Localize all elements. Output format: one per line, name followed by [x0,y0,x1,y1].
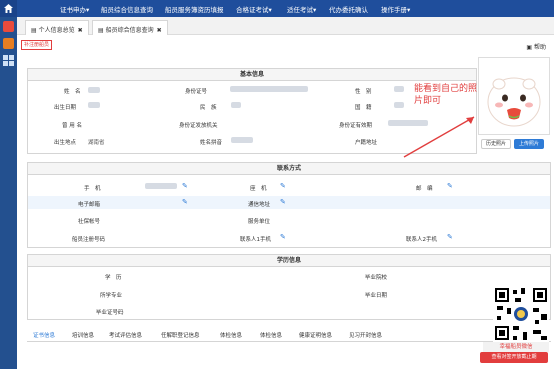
label-id-org: 身份证发放机关 [179,123,218,129]
help-icon: ▣ [526,44,534,51]
label-birth: 出生日期 [54,105,77,111]
label-id-valid: 身份证有效期 [339,123,373,129]
edit-mobile-icon[interactable]: ✎ [182,182,188,190]
tab-crew-info[interactable]: ▤ 船员综合信息查询 ✖ [92,20,168,35]
label-id-no: 身份证号 [185,89,208,95]
label-major: 所学专业 [100,293,123,299]
value-birthplace: 湖南省 [88,140,105,146]
label-former-name: 曾 用 名 [62,123,82,129]
highlight-row [28,196,550,209]
avatar [487,77,541,127]
wechat-qr-code [493,286,549,342]
tab-label: 船员综合信息查询 [105,27,154,34]
tab-icon: ▤ [31,27,39,34]
label-unit: 服务单位 [248,219,271,225]
tab-medical-2[interactable]: 体检信息 [260,331,282,339]
close-icon[interactable]: ✖ [157,27,162,34]
label-grad-date: 毕业日期 [365,293,388,299]
value-mobile [145,183,177,189]
label-gender: 性 别 [355,89,372,95]
label-contact1: 联系人1手机 [240,237,271,243]
label-mobile: 手 机 [84,186,101,192]
label-cert-no: 毕业证号码 [96,310,124,316]
basic-info-header: 基本信息 [28,69,476,81]
value-ethnic [231,102,241,108]
home-icon [4,4,13,13]
value-birth [88,102,100,108]
nav-crew-info[interactable]: 船员综合信息查询 [101,4,153,14]
upload-photo-button[interactable]: 上传照片 [514,139,545,149]
sidebar-app-icon-2[interactable] [3,38,14,49]
nav-qualification-exam[interactable]: 合格证考试▾ [236,4,272,14]
tab-personal-overview[interactable]: ▤ 个人信息总览 ✖ [25,20,89,35]
label-hukou: 户籍地址 [355,140,378,146]
sidebar-app-icon-1[interactable] [3,21,14,32]
annotation-arrow-icon [403,116,475,158]
tab-certificate[interactable]: 证书信息 [33,331,55,339]
edit-phone-icon[interactable]: ✎ [280,182,286,190]
value-pinyin [231,137,253,143]
help-link[interactable]: ▣ 帮助 [526,42,546,51]
label-address: 通信地址 [248,202,271,208]
tab-health-cert[interactable]: 健康证明信息 [299,331,332,339]
label-postcode: 邮 编 [416,186,433,192]
tab-icon: ▤ [98,27,106,34]
edit-contact2-icon[interactable]: ✎ [447,233,453,241]
tab-internship[interactable]: 见习开封信息 [349,331,382,339]
nav-service-book[interactable]: 船员服务簿资历填报 [165,4,224,14]
contact-header: 联系方式 [28,163,550,175]
label-birthplace: 出生地点 [54,140,77,146]
grid-icon[interactable] [3,55,14,66]
edit-email-icon[interactable]: ✎ [182,198,188,206]
label-degree: 学 历 [105,275,122,281]
edit-postcode-icon[interactable]: ✎ [447,182,453,190]
value-gender [394,86,404,92]
label-school: 毕业院校 [365,275,388,281]
view-deadline-button[interactable]: 查看对签开放截止期 [480,352,548,363]
tab-medical[interactable]: 体检信息 [220,331,242,339]
nav-proxy-confirm[interactable]: 代办委托确认 [329,4,368,14]
tab-label: 个人信息总览 [38,27,75,34]
nav-manual[interactable]: 操作手册▾ [381,4,410,14]
qr-caption: 幸福船员微信 [483,342,549,352]
nav-cert-apply[interactable]: 证书申办▾ [60,4,89,14]
label-reg-no: 船员注册号码 [72,237,106,243]
label-ethnic: 民 族 [200,105,217,111]
register-crew-button[interactable]: 补注册船员 [21,40,53,50]
history-photo-button[interactable]: 历史照片 [481,139,512,149]
education-header: 学历信息 [28,255,550,267]
value-name [88,87,100,93]
label-nation: 国 籍 [355,105,372,111]
label-email: 电子邮箱 [78,202,101,208]
close-icon[interactable]: ✖ [78,27,83,34]
edit-contact1-icon[interactable]: ✎ [280,233,286,241]
detail-tabs: 证书信息 培训信息 考试评估信息 任解职登记信息 体检信息 体检信息 健康证明信… [27,328,551,342]
edit-address-icon[interactable]: ✎ [280,198,286,206]
label-contact2: 联系人2手机 [406,237,437,243]
toolbar: 补注册船员 ▣ 帮助 [17,35,554,53]
tab-exam-assessment[interactable]: 考试评估信息 [109,331,142,339]
value-nation [394,102,404,108]
tab-bar: ▤ 个人信息总览 ✖ ▤ 船员综合信息查询 ✖ [17,17,554,35]
nav-competency-exam[interactable]: 适任考试▾ [287,4,316,14]
top-nav-bar: 证书申办▾ 船员综合信息查询 船员服务簿资历填报 合格证考试▾ 适任考试▾ 代办… [0,0,554,17]
label-phone: 座 机 [250,186,267,192]
tab-training[interactable]: 培训信息 [72,331,94,339]
sidebar [0,17,17,369]
label-social: 社保帐号 [78,219,101,225]
tab-appointment[interactable]: 任解职登记信息 [161,331,200,339]
label-pinyin: 姓名拼音 [200,140,223,146]
value-id-no [230,86,308,92]
label-name: 姓 名 [64,89,81,95]
annotation-text: 能看到自己的照片即可 [414,84,478,106]
crew-photo [478,57,550,135]
home-button[interactable] [0,0,17,17]
